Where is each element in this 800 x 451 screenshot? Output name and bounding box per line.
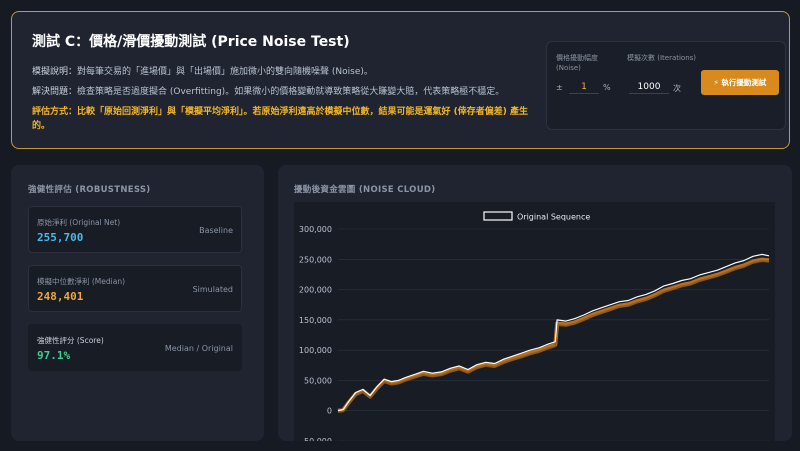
original-net-value: 255,700 xyxy=(37,231,84,244)
y-tick-label: 300,000 xyxy=(299,225,332,234)
desc-label: 模擬說明： xyxy=(32,67,78,77)
noise-cloud-title: 擾動後資金雲圖 (NOISE CLOUD) xyxy=(294,185,436,195)
noise-cloud-series xyxy=(337,257,770,413)
y-tick-label: 250,000 xyxy=(299,255,332,264)
simulation-description: 模擬說明：對每筆交易的「進場價」與「出場價」施加微小的雙向隨機噪聲 (Noise… xyxy=(32,65,532,79)
page-title: 測試 C：價格/滑價擾動測試 (Price Noise Test) xyxy=(32,34,350,50)
y-tick-label: -50,000 xyxy=(301,437,332,441)
percent-unit: % xyxy=(603,83,611,92)
y-tick-label: 0 xyxy=(327,407,332,416)
noise-cloud-chart: 300,000 250,000 200,000 150,000 100,000 50,00… xyxy=(294,202,775,441)
noise-label: 價格擾動幅度 (Noise) xyxy=(556,54,598,72)
score-formula-tag: Median / Original xyxy=(164,344,233,353)
median-net-label: 模擬中位數淨利 (Median) xyxy=(37,277,126,286)
parameter-box: 價格擾動幅度 (Noise) 模擬次數 (Iterations) ± % 次 ⚡… xyxy=(546,41,786,130)
original-net-card: 原始淨利 (Original Net) 255,700 Baseline xyxy=(28,206,242,253)
problem-description: 解決問題：檢查策略是否過度擬合 (Overfitting)。如果微小的價格變動就… xyxy=(32,85,532,99)
y-tick-label: 50,000 xyxy=(304,376,332,385)
test-c-panel: 測試 C：價格/滑價擾動測試 (Price Noise Test) 模擬說明：對… xyxy=(11,11,790,149)
simulated-tag: Simulated xyxy=(192,285,233,294)
noise-input[interactable] xyxy=(569,80,599,94)
score-card: 強健性評分 (Score) 97.1% Median / Original xyxy=(28,324,242,371)
robustness-panel: 強健性評估 (ROBUSTNESS) 原始淨利 (Original Net) 2… xyxy=(11,165,264,441)
robustness-title: 強健性評估 (ROBUSTNESS) xyxy=(28,185,151,195)
y-tick-label: 200,000 xyxy=(299,286,332,295)
y-tick-label: 100,000 xyxy=(299,346,332,355)
plus-minus-sign: ± xyxy=(556,83,563,92)
evaluation-description: 評估方式：比較「原始回測淨利」與「模擬平均淨利」。若原始淨利遠高於模擬中位數，結… xyxy=(32,107,528,131)
baseline-tag: Baseline xyxy=(199,226,233,235)
noise-cloud-panel: 擾動後資金雲圖 (NOISE CLOUD) 300,000 250,000 200,… xyxy=(278,165,792,441)
iterations-unit: 次 xyxy=(673,84,681,93)
score-value: 97.1% xyxy=(37,349,71,362)
median-net-card: 模擬中位數淨利 (Median) 248,401 Simulated xyxy=(28,265,242,312)
iterations-label: 模擬次數 (Iterations) xyxy=(627,54,697,62)
score-label: 強健性評分 (Score) xyxy=(37,336,104,345)
legend-label: Original Sequence xyxy=(517,213,590,222)
chart-svg: 300,000 250,000 200,000 150,000 100,000 50,00… xyxy=(299,211,770,441)
legend-swatch xyxy=(483,211,513,221)
iterations-input[interactable] xyxy=(629,80,669,94)
median-net-value: 248,401 xyxy=(37,290,84,303)
run-noise-test-button[interactable]: ⚡ 執行擾動測試 xyxy=(701,70,779,95)
desc-label: 解決問題： xyxy=(32,87,78,97)
y-tick-label: 150,000 xyxy=(299,316,332,325)
desc-text: 對每筆交易的「進場價」與「出場價」施加微小的雙向隨機噪聲 (Noise)。 xyxy=(77,67,373,77)
desc-text: 檢查策略是否過度擬合 (Overfitting)。如果微小的價格變動就導致策略從… xyxy=(77,87,505,97)
noise-cloud-series xyxy=(337,260,770,414)
original-net-label: 原始淨利 (Original Net) xyxy=(37,218,121,227)
